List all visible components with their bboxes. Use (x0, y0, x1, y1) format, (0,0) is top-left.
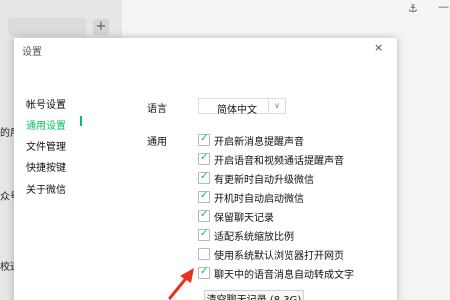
option-label: 开机时自动启动微信 (214, 194, 304, 205)
option-label: 开启新消息提醒声音 (214, 137, 304, 148)
nav-active-indicator (80, 116, 82, 126)
checkbox[interactable] (198, 248, 210, 260)
nav-item-about[interactable]: 关于微信 (26, 181, 66, 196)
general-label: 通用 (147, 137, 167, 148)
language-select[interactable]: 简体中文 ∨ (198, 98, 286, 116)
dialog-title: 设置 (22, 47, 42, 58)
clear-history-button[interactable]: 清空聊天记录 (8.3G) (204, 290, 304, 300)
minimize-button[interactable]: — (438, 0, 449, 13)
nav-item-files[interactable]: 文件管理 (26, 138, 66, 153)
check-icon: ✓ (200, 133, 209, 144)
close-button[interactable]: × (374, 41, 383, 54)
nav-item-general[interactable]: 通用设置 (26, 117, 66, 132)
check-icon: ✓ (200, 228, 209, 239)
option-label: 使用系统默认浏览器打开网页 (214, 251, 344, 262)
chevron-down-icon[interactable]: ∨ (268, 99, 285, 113)
search-input[interactable] (8, 18, 86, 36)
option-label: 适配系统缩放比例 (214, 232, 294, 243)
option-label: 有更新时自动升级微信 (214, 175, 314, 186)
option-label: 保留聊天记录 (214, 213, 274, 224)
check-icon: ✓ (200, 266, 209, 277)
checkbox[interactable]: ✓ (198, 266, 210, 279)
pin-icon[interactable]: ⚓ (408, 2, 418, 15)
check-icon: ✓ (200, 190, 209, 201)
language-value: 简体中文 (217, 105, 257, 116)
checkbox[interactable]: ✓ (198, 152, 210, 165)
annotation-arrow-icon (168, 268, 194, 300)
checkbox[interactable]: ✓ (198, 228, 210, 241)
checkbox[interactable]: ✓ (198, 190, 210, 203)
nav-item-account[interactable]: 帐号设置 (26, 96, 66, 111)
check-icon: ✓ (200, 171, 209, 182)
check-icon: ✓ (200, 152, 209, 163)
option-label: 开启语音和视频通话提醒声音 (214, 156, 344, 167)
settings-dialog: 设置 × 帐号设置 通用设置 文件管理 快捷按键 关于微信 语言 简体中文 ∨ … (14, 38, 397, 300)
language-label: 语言 (147, 104, 167, 115)
nav-item-shortcuts[interactable]: 快捷按键 (26, 159, 66, 174)
option-label: 聊天中的语音消息自动转成文字 (214, 270, 354, 281)
checkbox[interactable]: ✓ (198, 133, 210, 146)
check-icon: ✓ (200, 209, 209, 220)
checkbox[interactable]: ✓ (198, 209, 210, 222)
add-button[interactable]: + (93, 19, 109, 35)
checkbox[interactable]: ✓ (198, 171, 210, 184)
